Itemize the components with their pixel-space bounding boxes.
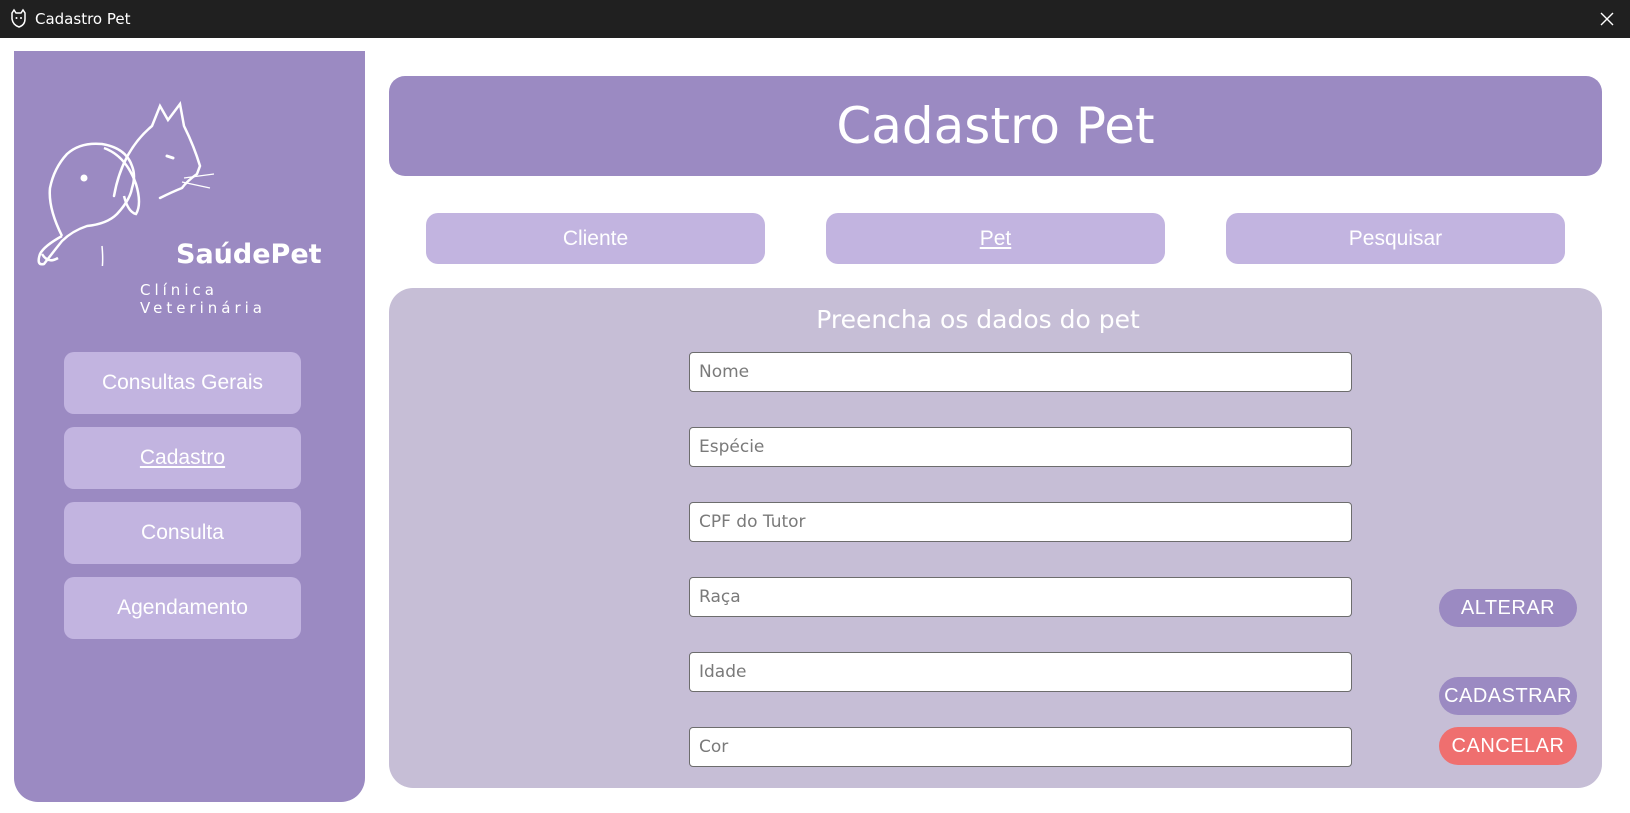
tab-pesquisar[interactable]: Pesquisar (1226, 213, 1565, 264)
close-icon (1600, 12, 1614, 26)
tab-label: Cliente (562, 226, 629, 250)
sidebar-item-label: Consulta (141, 521, 224, 544)
especie-input[interactable] (689, 427, 1352, 467)
raca-input[interactable] (689, 577, 1352, 617)
sidebar-item-label: Cadastro (139, 446, 226, 469)
tab-pet[interactable]: Pet (826, 213, 1165, 264)
cor-input[interactable] (689, 727, 1352, 767)
brand-subtitle: Clínica Veterinária (140, 281, 266, 317)
brand-name: SaúdePet (176, 239, 322, 270)
tab-label: Pet (979, 226, 1012, 250)
sidebar: SaúdePet Clínica Veterinária Consultas G… (14, 51, 365, 802)
idade-input[interactable] (689, 652, 1352, 692)
close-button[interactable] (1584, 0, 1630, 38)
tab-cliente[interactable]: Cliente (426, 213, 765, 264)
form-heading: Preencha os dados do pet (816, 305, 1140, 334)
sidebar-item-consulta[interactable]: Consulta (64, 502, 301, 564)
title-bar: Cadastro Pet (0, 0, 1630, 38)
form-panel: Preencha os dados do pet ALTERAR CADASTR… (389, 288, 1602, 788)
window-title: Cadastro Pet (35, 10, 131, 28)
tab-label: Pesquisar (1348, 226, 1443, 250)
alterar-button[interactable]: ALTERAR (1439, 589, 1577, 627)
sidebar-item-agendamento[interactable]: Agendamento (64, 577, 301, 639)
header-banner: Cadastro Pet (389, 76, 1602, 176)
sidebar-item-consultas-gerais[interactable]: Consultas Gerais (64, 352, 301, 414)
sidebar-item-label: Agendamento (117, 596, 248, 619)
cadastrar-button[interactable]: CADASTRAR (1439, 677, 1577, 715)
sidebar-item-cadastro[interactable]: Cadastro (64, 427, 301, 489)
cancelar-button[interactable]: CANCELAR (1439, 727, 1577, 765)
nome-input[interactable] (689, 352, 1352, 392)
sidebar-item-label: Consultas Gerais (101, 371, 264, 394)
cpf-tutor-input[interactable] (689, 502, 1352, 542)
logo: SaúdePet Clínica Veterinária (32, 96, 352, 317)
page-title: Cadastro Pet (836, 97, 1155, 155)
pet-app-icon (8, 8, 30, 30)
